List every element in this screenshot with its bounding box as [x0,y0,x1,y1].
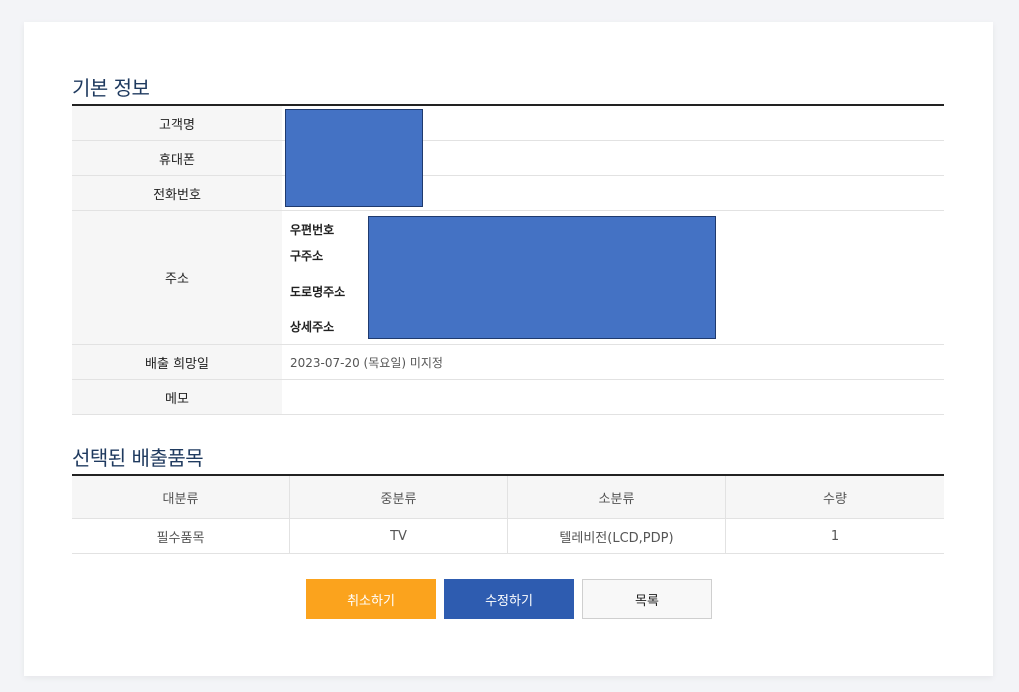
redaction-address-box [368,216,716,339]
memo-value [282,380,944,414]
items-table-header: 대분류 중분류 소분류 수량 [72,476,944,519]
pickup-date-value: 2023-07-20 (목요일) 미지정 [290,355,443,370]
header-major-category: 대분류 [72,476,290,518]
cell-major-category: 필수품목 [72,519,290,553]
header-quantity: 수량 [823,491,847,507]
selected-items-table: 대분류 중분류 소분류 수량 필수품목 TV 텔레비전(LCD,PDP) 1 [72,474,944,554]
edit-button[interactable]: 수정하기 [444,579,574,619]
redaction-contact-box [285,109,423,207]
phone-label: 전화번호 [72,176,282,210]
old-address-label: 구주소 [290,249,324,263]
pickup-date-row: 배출 희망일 2023-07-20 (목요일) 미지정 [72,345,944,380]
pickup-date-label: 배출 희망일 [72,345,282,379]
action-buttons: 취소하기 수정하기 목록 [306,579,712,619]
customer-name-row: 고객명 [72,106,944,141]
memo-label: 메모 [72,380,282,414]
customer-name-label: 고객명 [72,106,282,140]
postal-code-label: 우편번호 [290,223,335,237]
cell-quantity: 1 [830,528,840,544]
road-address-label: 도로명주소 [290,285,346,299]
mobile-label: 휴대폰 [72,141,282,175]
list-button[interactable]: 목록 [582,579,712,619]
address-label: 주소 [72,211,282,344]
detail-address-label: 상세주소 [290,320,335,334]
table-row: 필수품목 TV 텔레비전(LCD,PDP) 1 [72,519,944,554]
header-minor-category: 소분류 [508,476,726,518]
cell-middle-category: TV [290,519,508,553]
mobile-row: 휴대폰 [72,141,944,176]
selected-items-title: 선택된 배출품목 [72,446,204,470]
basic-info-title: 기본 정보 [72,76,150,100]
cell-minor-category: 텔레비전(LCD,PDP) [508,519,726,553]
header-middle-category: 중분류 [290,476,508,518]
memo-row: 메모 [72,380,944,415]
phone-row: 전화번호 [72,176,944,211]
cancel-button[interactable]: 취소하기 [306,579,436,619]
